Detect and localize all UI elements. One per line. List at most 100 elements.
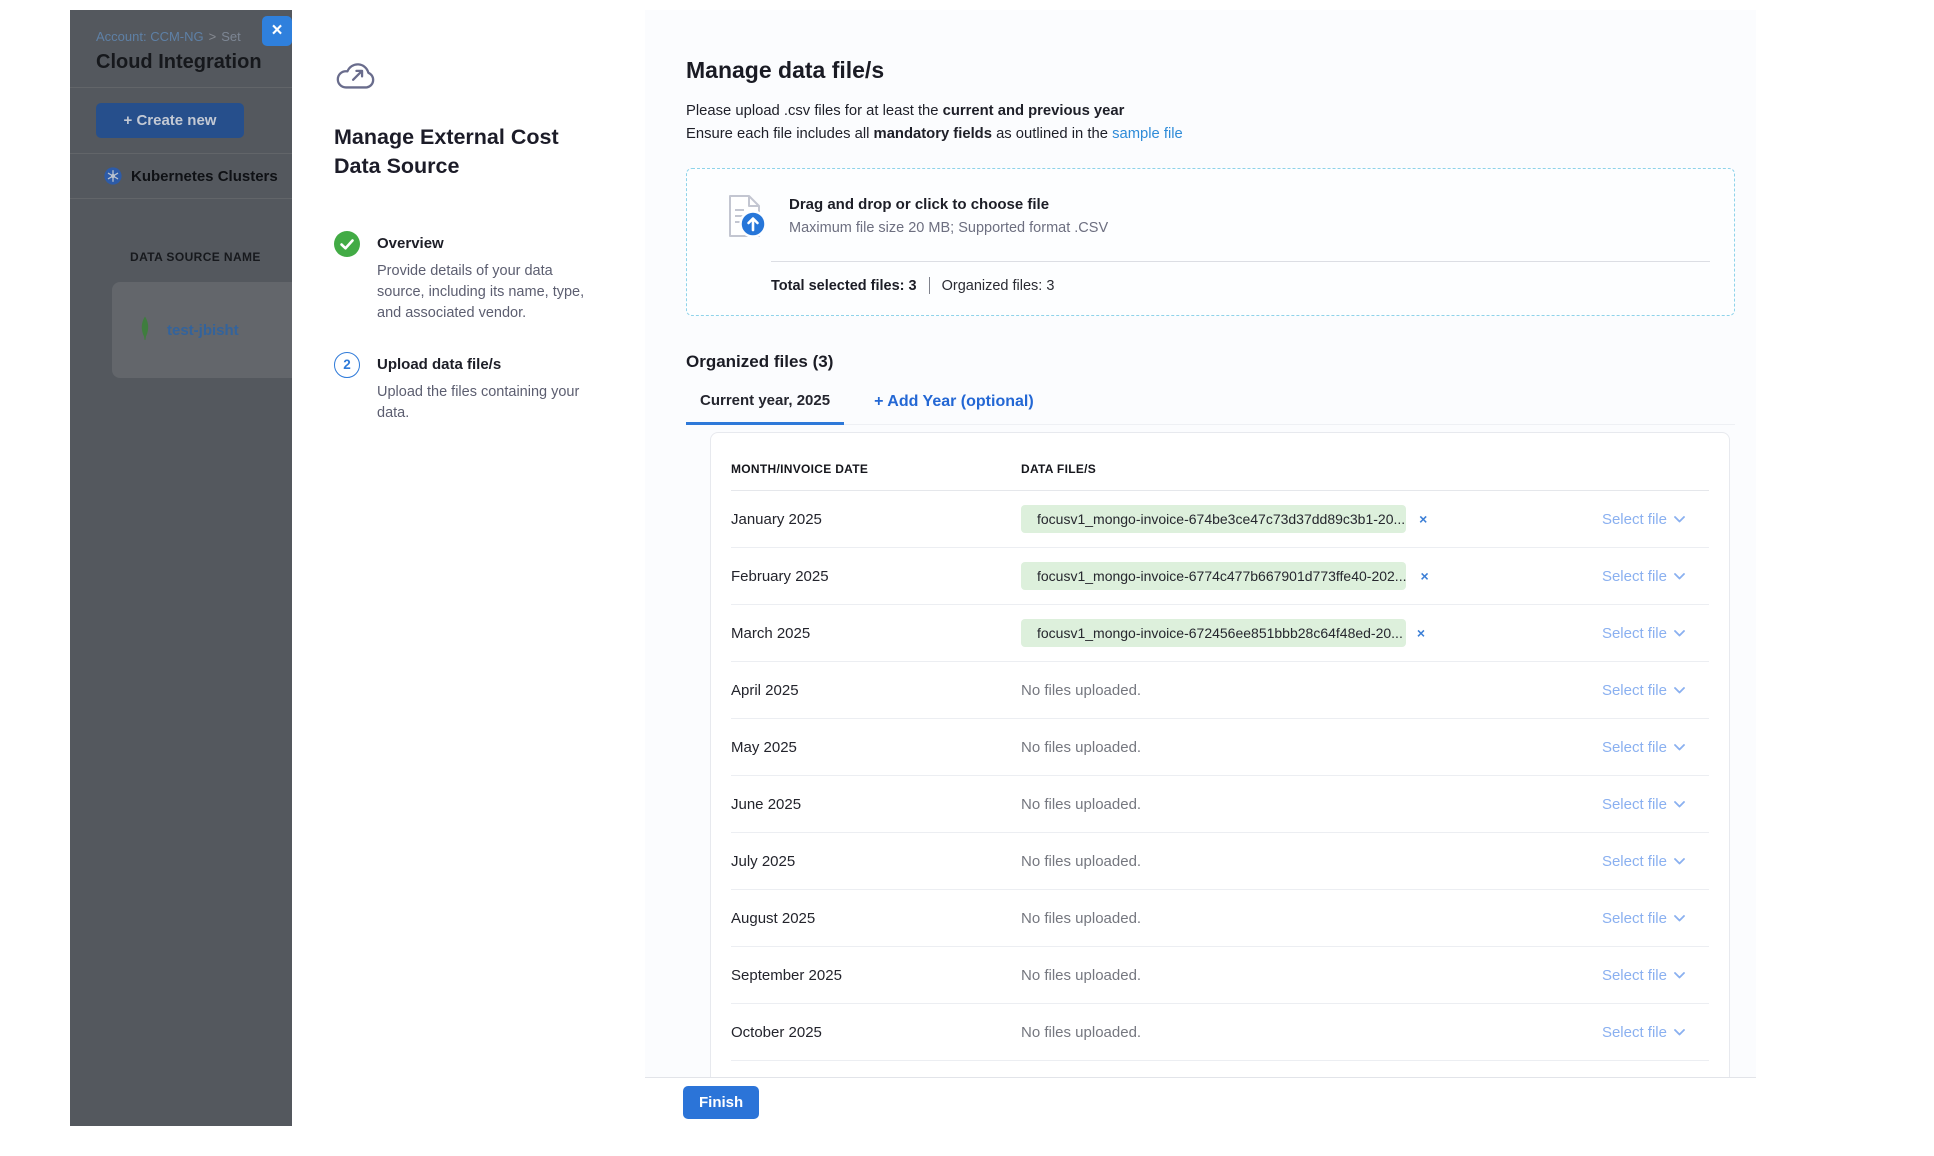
empty-file-text: No files uploaded. [1021, 1024, 1519, 1041]
select-file-dropdown[interactable]: Select file [1519, 682, 1709, 699]
wizard-steps: Overview Provide details of your data so… [334, 231, 599, 424]
select-file-dropdown[interactable]: Select file [1519, 853, 1709, 870]
select-file-dropdown[interactable]: Select file [1519, 568, 1709, 585]
month-label: July 2025 [731, 853, 1021, 870]
select-file-dropdown[interactable]: Select file [1519, 910, 1709, 927]
table-row: July 2025 No files uploaded. Select file [731, 833, 1709, 890]
table-row: February 2025 focusv1_mongo-invoice-6774… [731, 548, 1709, 605]
file-name: focusv1_mongo-invoice-674be3ce47c73d37dd… [1037, 511, 1405, 527]
month-label: April 2025 [731, 682, 1021, 699]
month-label: March 2025 [731, 625, 1021, 642]
instruction-line-1: Please upload .csv files for at least th… [686, 100, 1735, 123]
divider [70, 87, 292, 88]
empty-file-text: No files uploaded. [1021, 739, 1519, 756]
month-label: May 2025 [731, 739, 1021, 756]
table-row: January 2025 focusv1_mongo-invoice-674be… [731, 491, 1709, 548]
table-row: April 2025 No files uploaded. Select fil… [731, 662, 1709, 719]
data-source-row[interactable]: test-jbisht [112, 282, 292, 378]
chevron-down-icon [1674, 801, 1685, 808]
file-chip: focusv1_mongo-invoice-6774c477b667901d77… [1021, 562, 1406, 590]
month-label: August 2025 [731, 910, 1021, 927]
select-file-dropdown[interactable]: Select file [1519, 511, 1709, 528]
dropzone-subtitle: Maximum file size 20 MB; Supported forma… [789, 220, 1108, 236]
empty-file-text: No files uploaded. [1021, 853, 1519, 870]
external-cost-cloud-icon [334, 58, 599, 99]
files-table-card: MONTH/INVOICE DATE DATA FILE/S January 2… [710, 432, 1730, 1077]
tab-kubernetes-clusters[interactable]: Kubernetes Clusters [70, 154, 292, 198]
total-selected-files: Total selected files: 3 [771, 278, 917, 294]
chevron-down-icon [1674, 1029, 1685, 1036]
month-label: June 2025 [731, 796, 1021, 813]
chevron-down-icon [1674, 744, 1685, 751]
data-source-link[interactable]: test-jbisht [167, 322, 239, 339]
file-dropzone[interactable]: Drag and drop or click to choose file Ma… [686, 168, 1735, 316]
column-header-data-source-name: DATA SOURCE NAME [130, 250, 292, 264]
remove-file-icon[interactable]: × [1420, 568, 1428, 584]
screenshot-canvas: Account: CCM-NG > Set Cloud Integration + … [0, 0, 1934, 1156]
background-page: Account: CCM-NG > Set Cloud Integration + … [70, 10, 292, 1126]
breadcrumb-setup-link[interactable]: Set [221, 29, 241, 44]
table-row: June 2025 No files uploaded. Select file [731, 776, 1709, 833]
divider [929, 277, 930, 294]
chevron-down-icon [1674, 687, 1685, 694]
tab-label: Kubernetes Clusters [131, 168, 278, 185]
table-row: May 2025 No files uploaded. Select file [731, 719, 1709, 776]
chevron-down-icon [1674, 858, 1685, 865]
empty-file-text: No files uploaded. [1021, 796, 1519, 813]
select-file-dropdown[interactable]: Select file [1519, 796, 1709, 813]
add-year-button[interactable]: + Add Year (optional) [870, 393, 1038, 424]
step-upload-data-files[interactable]: 2 Upload data file/s Upload the files co… [334, 352, 599, 424]
remove-file-icon[interactable]: × [1417, 625, 1425, 641]
chevron-down-icon [1674, 516, 1685, 523]
empty-file-text: No files uploaded. [1021, 910, 1519, 927]
chevron-down-icon [1674, 630, 1685, 637]
select-file-dropdown[interactable]: Select file [1519, 739, 1709, 756]
wizard-title: Manage External Cost Data Source [334, 123, 579, 181]
manage-data-files-panel: Manage data file/s Please upload .csv fi… [645, 10, 1756, 1126]
chevron-down-icon [1674, 915, 1685, 922]
step-complete-icon [334, 231, 360, 324]
step-overview[interactable]: Overview Provide details of your data so… [334, 231, 599, 324]
tab-current-year[interactable]: Current year, 2025 [686, 392, 844, 425]
breadcrumb-separator: > [209, 29, 217, 44]
remove-file-icon[interactable]: × [1419, 511, 1427, 527]
month-label: January 2025 [731, 511, 1021, 528]
table-row: September 2025 No files uploaded. Select… [731, 947, 1709, 1004]
table-row: August 2025 No files uploaded. Select fi… [731, 890, 1709, 947]
table-row: October 2025 No files uploaded. Select f… [731, 1004, 1709, 1061]
divider [70, 198, 292, 199]
upload-instructions: Please upload .csv files for at least th… [686, 100, 1735, 146]
table-row: March 2025 focusv1_mongo-invoice-672456e… [731, 605, 1709, 662]
page-title: Cloud Integration [70, 44, 292, 74]
select-file-dropdown[interactable]: Select file [1519, 967, 1709, 984]
kubernetes-icon [104, 167, 122, 185]
step-number-badge: 2 [334, 352, 360, 378]
year-tabs: Current year, 2025 + Add Year (optional) [686, 392, 1735, 425]
wizard-panel: Manage External Cost Data Source Overvie… [292, 10, 645, 1126]
close-icon: × [271, 20, 282, 41]
column-data-files: DATA FILE/S [1021, 462, 1519, 476]
mongodb-leaf-icon [138, 316, 152, 344]
close-button[interactable]: × [262, 16, 292, 46]
empty-file-text: No files uploaded. [1021, 682, 1519, 699]
file-name: focusv1_mongo-invoice-6774c477b667901d77… [1037, 568, 1406, 584]
sample-file-link[interactable]: sample file [1112, 126, 1183, 142]
finish-button[interactable]: Finish [683, 1086, 759, 1119]
chevron-down-icon [1674, 573, 1685, 580]
column-month-invoice-date: MONTH/INVOICE DATE [731, 462, 1021, 476]
file-chip: focusv1_mongo-invoice-672456ee851bbb28c6… [1021, 619, 1406, 647]
panel-heading: Manage data file/s [686, 57, 1735, 84]
chevron-down-icon [1674, 972, 1685, 979]
file-chip: focusv1_mongo-invoice-674be3ce47c73d37dd… [1021, 505, 1406, 533]
month-label: October 2025 [731, 1024, 1021, 1041]
empty-file-text: No files uploaded. [1021, 967, 1519, 984]
step-title: Overview [377, 235, 595, 252]
organized-files-count: Organized files: 3 [942, 278, 1055, 294]
breadcrumb-account-link[interactable]: Account: CCM-NG [96, 29, 204, 44]
breadcrumb: Account: CCM-NG > Set [70, 10, 292, 44]
create-new-button[interactable]: + Create new [96, 103, 244, 138]
select-file-dropdown[interactable]: Select file [1519, 1024, 1709, 1041]
instruction-line-2: Ensure each file includes all mandatory … [686, 123, 1735, 146]
select-file-dropdown[interactable]: Select file [1519, 625, 1709, 642]
dropzone-title: Drag and drop or click to choose file [789, 196, 1108, 213]
